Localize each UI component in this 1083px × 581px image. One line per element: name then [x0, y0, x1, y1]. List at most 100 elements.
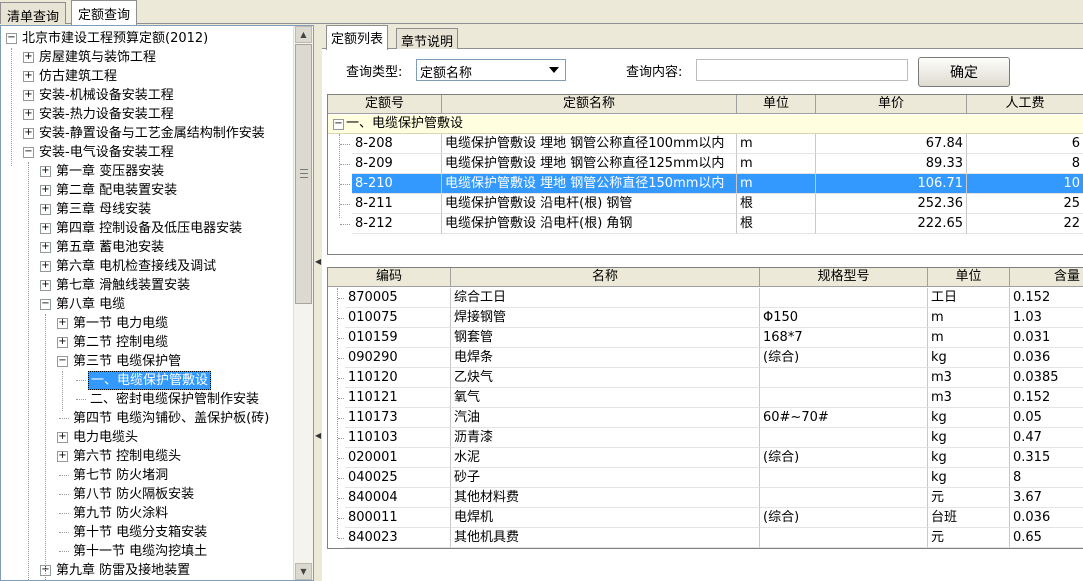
resource-spec: [760, 288, 928, 308]
plus-box-icon[interactable]: +: [23, 90, 34, 101]
sub-tab-bar: 定额列表 章节说明: [322, 25, 1083, 50]
minus-box-icon[interactable]: −: [40, 299, 51, 310]
collapse-left-icon[interactable]: ◀: [315, 431, 321, 440]
resource-code: 090290: [345, 348, 451, 368]
tree-item-label: 第六章 电机检查接线及调试: [56, 259, 217, 274]
plus-box-icon[interactable]: +: [23, 52, 34, 63]
plus-box-icon[interactable]: +: [40, 185, 51, 196]
query-content-input[interactable]: [696, 59, 908, 81]
resource-name: 汽油: [451, 408, 760, 428]
resource-name: 氧气: [451, 388, 760, 408]
resource-qty: 1.03: [1010, 308, 1083, 328]
plus-box-icon[interactable]: +: [23, 109, 34, 120]
resource-qty: 0.152: [1010, 388, 1083, 408]
resource-unit: m3: [928, 368, 1010, 388]
quota-unit: 根: [737, 214, 816, 234]
plus-box-icon[interactable]: +: [40, 204, 51, 215]
plus-box-icon[interactable]: +: [40, 242, 51, 253]
col-header-code[interactable]: 定额号: [328, 95, 442, 114]
query-type-value: 定额名称: [420, 66, 473, 81]
scroll-down-icon[interactable]: ▼: [295, 563, 312, 580]
tab-quota-list[interactable]: 定额列表: [326, 25, 389, 50]
resource-unit: 元: [928, 488, 1010, 508]
plus-box-icon[interactable]: +: [23, 128, 34, 139]
tree-item-label: 第十一节 电缆沟挖填土: [73, 544, 208, 559]
scroll-up-icon[interactable]: ▲: [295, 26, 312, 43]
resource-name: 沥青漆: [451, 428, 760, 448]
chapter-tree[interactable]: − 北京市建设工程预算定额(2012) + 房屋建筑与装饰工程 + 仿古建筑工程 + 安装-机…: [0, 25, 314, 581]
plus-box-icon[interactable]: +: [57, 432, 68, 443]
tree-item-label: 第九节 防火涂料: [73, 506, 169, 521]
tree-item-label: 第二章 配电装置安装: [56, 183, 178, 198]
col-header-unit[interactable]: 单位: [737, 95, 816, 114]
tab-list-query[interactable]: 清单查询: [0, 2, 67, 25]
resource-qty: 0.315: [1010, 448, 1083, 468]
query-type-select[interactable]: 定额名称: [416, 59, 566, 81]
query-content-label: 查询内容:: [626, 65, 683, 80]
tree-item-label: 第二节 控制电缆: [73, 335, 169, 350]
plus-box-icon[interactable]: +: [40, 280, 51, 291]
resource-spec: (综合): [760, 448, 928, 468]
resource-spec: [760, 368, 928, 388]
resource-code: 800011: [345, 508, 451, 528]
resource-qty: 0.05: [1010, 408, 1083, 428]
resource-name: 砂子: [451, 468, 760, 488]
minus-box-icon[interactable]: −: [6, 33, 17, 44]
col-header-res-code[interactable]: 编码: [328, 268, 451, 287]
tab-quota-query[interactable]: 定额查询: [71, 0, 138, 25]
minus-box-icon[interactable]: −: [57, 356, 68, 367]
tree-item-label: 安装-热力设备安装工程: [39, 107, 174, 122]
resource-qty: 0.036: [1010, 508, 1083, 528]
tree-item-label: 安装-静置设备与工艺金属结构制作安装: [39, 126, 265, 141]
tab-section-notes[interactable]: 章节说明: [396, 28, 459, 50]
tree-scrollbar[interactable]: ▲ ▼: [293, 26, 313, 580]
resource-unit: kg: [928, 468, 1010, 488]
minus-box-icon[interactable]: −: [23, 147, 34, 158]
resource-code: 020001: [345, 448, 451, 468]
resource-qty: 0.036: [1010, 348, 1083, 368]
plus-box-icon[interactable]: +: [40, 261, 51, 272]
quota-group-row[interactable]: − 一、电缆保护管敷设: [328, 115, 1083, 134]
resource-spec: [760, 528, 928, 548]
col-header-price[interactable]: 单价: [816, 95, 967, 114]
minus-box-icon[interactable]: −: [333, 119, 344, 130]
plus-box-icon[interactable]: +: [40, 223, 51, 234]
quota-price: 67.84: [816, 134, 967, 154]
confirm-button[interactable]: 确定: [918, 57, 1010, 87]
plus-box-icon[interactable]: +: [57, 337, 68, 348]
quota-unit: 根: [737, 194, 816, 214]
resource-code: 110103: [345, 428, 451, 448]
plus-box-icon[interactable]: +: [40, 166, 51, 177]
collapse-left-icon[interactable]: ◀: [315, 257, 321, 266]
tree-item-label: 电力电缆头: [73, 430, 139, 445]
resource-qty: 0.0385: [1010, 368, 1083, 388]
quota-code: 8-208: [352, 134, 442, 154]
resource-code: 110121: [345, 388, 451, 408]
tree-item-label: 第九章 防雷及接地装置: [56, 563, 191, 578]
resource-code: 840023: [345, 528, 451, 548]
resource-code: 010159: [345, 328, 451, 348]
col-header-res-name[interactable]: 名称: [451, 268, 760, 287]
plus-box-icon[interactable]: +: [57, 451, 68, 462]
plus-box-icon[interactable]: +: [57, 318, 68, 329]
col-header-name[interactable]: 定额名称: [442, 95, 737, 114]
resource-code: 010075: [345, 308, 451, 328]
col-header-labor[interactable]: 人工费: [967, 95, 1083, 114]
tree-item-label: 第一章 变压器安装: [56, 164, 165, 179]
panel-splitter[interactable]: ◀ ◀: [314, 25, 322, 581]
quota-name: 电缆保护管敷设 埋地 钢管公称直径100mm以内: [442, 134, 737, 154]
tree-item-label: 安装-电气设备安装工程: [39, 145, 174, 160]
quota-labor: 22: [967, 214, 1083, 234]
scroll-thumb[interactable]: [295, 44, 312, 304]
top-tab-bar: 清单查询 定额查询: [0, 0, 1083, 25]
col-header-res-spec[interactable]: 规格型号: [760, 268, 928, 287]
plus-box-icon[interactable]: +: [23, 71, 34, 82]
quota-name: 电缆保护管敷设 埋地 钢管公称直径125mm以内: [442, 154, 737, 174]
quota-panel: 定额列表 章节说明 查询类型: 定额名称 查询内容: 确定 定额号 定额名称 单…: [322, 25, 1083, 581]
tree-item-label: 第四章 控制设备及低压电器安装: [56, 221, 243, 236]
quota-labor: 25: [967, 194, 1083, 214]
resource-name: 综合工日: [451, 288, 760, 308]
resource-name: 焊接钢管: [451, 308, 760, 328]
col-header-res-qty[interactable]: 含量: [1010, 268, 1083, 287]
col-header-res-unit[interactable]: 单位: [928, 268, 1010, 287]
